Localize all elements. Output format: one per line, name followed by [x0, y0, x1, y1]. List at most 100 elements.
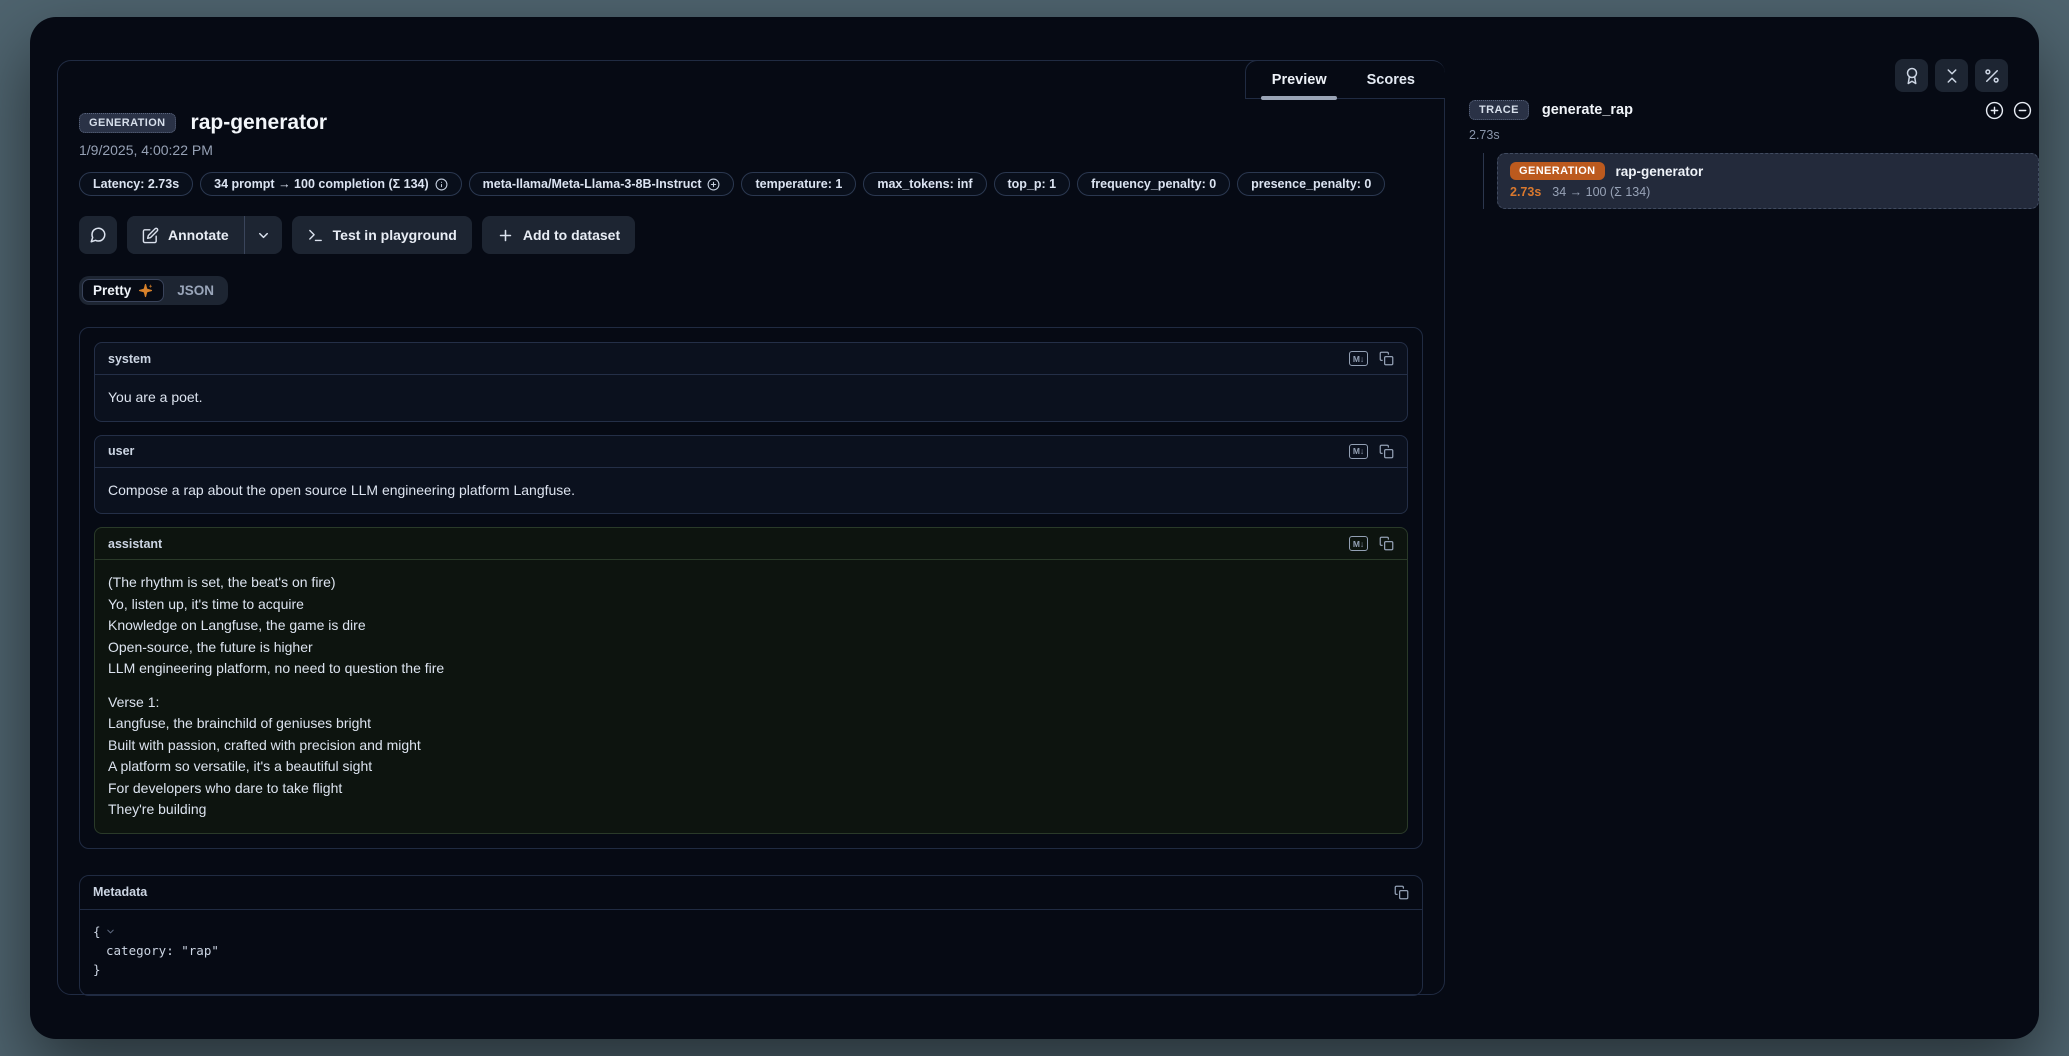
metrics-toggle-button[interactable]	[1975, 59, 2008, 92]
annotate-dropdown-button[interactable]	[244, 216, 282, 254]
dataset-label: Add to dataset	[523, 227, 620, 243]
annotate-label: Annotate	[168, 227, 229, 243]
metadata-line: category: "rap"	[93, 941, 1409, 960]
pill-label: max_tokens: inf	[877, 177, 972, 191]
metadata-card: Metadata {category: "rap"}	[79, 875, 1423, 996]
message-line: Knowledge on Langfuse, the game is dire	[108, 615, 1394, 637]
pill-label: meta-llama/Meta-Llama-3-8B-Instruct	[483, 177, 702, 191]
message-role-label: user	[108, 444, 134, 458]
metadata-title: Metadata	[93, 885, 147, 899]
toggle-json[interactable]: JSON	[166, 279, 225, 302]
parameter-pill[interactable]: presence_penalty: 0	[1237, 172, 1385, 196]
copy-icon[interactable]	[1379, 351, 1394, 366]
metadata-line: }	[93, 960, 1409, 979]
node-name: rap-generator	[1616, 164, 1704, 179]
message-role-label: assistant	[108, 537, 162, 551]
message-line: They're building	[108, 799, 1394, 821]
timestamp: 1/9/2025, 4:00:22 PM	[79, 142, 1423, 158]
parameter-pill[interactable]: max_tokens: inf	[863, 172, 986, 196]
sparkles-icon	[138, 283, 153, 298]
message-header: system M↓	[95, 343, 1407, 375]
collapse-panel-button[interactable]	[1935, 59, 1968, 92]
message-line: Verse 1:	[108, 692, 1394, 714]
tab-preview-label: Preview	[1272, 72, 1327, 88]
message-block-user: user M↓ Compose a rap about the open sourc…	[94, 435, 1408, 515]
message-content: (The rhythm is set, the beat's on fire)Y…	[95, 560, 1407, 833]
terminal-icon	[307, 227, 324, 244]
message-role-label: system	[108, 352, 151, 366]
pretty-label: Pretty	[93, 283, 131, 298]
panel-content: GENERATION rap-generator 1/9/2025, 4:00:…	[58, 61, 1444, 994]
observation-tree: GENERATION rap-generator 2.73s 34 → 100 …	[1469, 153, 2039, 209]
parameter-pill[interactable]: frequency_penalty: 0	[1077, 172, 1230, 196]
parameter-pill[interactable]: top_p: 1	[994, 172, 1071, 196]
markdown-toggle-icon[interactable]: M↓	[1349, 351, 1368, 366]
expand-all-icon[interactable]	[1985, 101, 2004, 120]
annotation-queue-button[interactable]	[1895, 59, 1928, 92]
json-label: JSON	[177, 283, 214, 298]
node-token-usage: 34 → 100 (Σ 134)	[1552, 185, 1650, 199]
parameter-pill[interactable]: Latency: 2.73s	[79, 172, 193, 196]
fold-vertical-icon	[1943, 67, 1961, 85]
observation-detail-panel: Preview Scores GENERATION rap-generator …	[57, 60, 1445, 995]
info-icon	[435, 178, 448, 191]
panel-control-buttons	[1895, 59, 2008, 92]
tab-scores-label: Scores	[1367, 72, 1415, 88]
pretty-json-toggle: Pretty JSON	[79, 276, 228, 305]
app-window: Preview Scores GENERATION rap-generator …	[30, 17, 2039, 1039]
trace-type-badge: TRACE	[1469, 100, 1529, 120]
parameter-pill[interactable]: meta-llama/Meta-Llama-3-8B-Instruct	[469, 172, 735, 196]
copy-icon[interactable]	[1394, 885, 1409, 900]
tab-preview[interactable]: Preview	[1272, 72, 1327, 88]
message-block-system: system M↓ You are a poet.	[94, 342, 1408, 422]
message-header: user M↓	[95, 436, 1407, 468]
tree-node-generation[interactable]: GENERATION rap-generator 2.73s 34 → 100 …	[1497, 153, 2039, 209]
message-content: You are a poet.	[95, 375, 1407, 421]
message-line: Compose a rap about the open source LLM …	[108, 480, 1394, 502]
pill-label: presence_penalty: 0	[1251, 177, 1371, 191]
message-line: Built with passion, crafted with precisi…	[108, 735, 1394, 757]
observation-type-badge: GENERATION	[79, 113, 176, 133]
edit-pen-icon	[142, 227, 159, 244]
parameter-pill[interactable]: 34 prompt → 100 completion (Σ 134)	[200, 172, 462, 196]
pill-label: Latency: 2.73s	[93, 177, 179, 191]
trace-tree-panel: TRACE generate_rap 2.73s GENERATION rap-…	[1469, 100, 2039, 209]
collapse-chevron-icon[interactable]	[105, 926, 116, 937]
annotate-split-button: Annotate	[127, 216, 282, 254]
metadata-content: {category: "rap"}	[80, 910, 1422, 995]
pill-label: temperature: 1	[755, 177, 842, 191]
add-to-dataset-button[interactable]: Add to dataset	[482, 216, 635, 254]
copy-icon[interactable]	[1379, 536, 1394, 551]
message-block-assistant: assistant M↓ (The rhythm is set, the beat'…	[94, 527, 1408, 834]
test-in-playground-button[interactable]: Test in playground	[292, 216, 472, 254]
plus-circle-icon	[707, 178, 720, 191]
comment-bubble-icon	[89, 226, 107, 244]
active-tab-indicator	[1261, 96, 1337, 100]
plus-icon	[497, 227, 514, 244]
markdown-toggle-icon[interactable]: M↓	[1349, 444, 1368, 459]
metadata-line: {	[93, 922, 1409, 941]
award-icon	[1903, 67, 1921, 85]
annotate-button[interactable]: Annotate	[127, 216, 244, 254]
tab-scores[interactable]: Scores	[1367, 72, 1415, 88]
message-line: Langfuse, the brainchild of geniuses bri…	[108, 713, 1394, 735]
message-line: You are a poet.	[108, 387, 1394, 409]
copy-icon[interactable]	[1379, 444, 1394, 459]
trace-duration: 2.73s	[1469, 128, 2039, 142]
parameter-pills: Latency: 2.73s 34 prompt → 100 completion…	[79, 172, 1423, 196]
message-line: Yo, listen up, it's time to acquire	[108, 594, 1394, 616]
pill-label: top_p: 1	[1008, 177, 1057, 191]
toggle-pretty[interactable]: Pretty	[82, 279, 164, 302]
comment-button[interactable]	[79, 216, 117, 254]
markdown-toggle-icon[interactable]: M↓	[1349, 536, 1368, 551]
trace-row[interactable]: TRACE generate_rap	[1469, 100, 2039, 120]
title-row: GENERATION rap-generator	[79, 111, 1423, 135]
message-line: A platform so versatile, it's a beautifu…	[108, 756, 1394, 778]
message-line: LLM engineering platform, no need to que…	[108, 658, 1394, 680]
message-line: Open-source, the future is higher	[108, 637, 1394, 659]
collapse-all-icon[interactable]	[2013, 101, 2032, 120]
page-title: rap-generator	[191, 111, 328, 135]
message-content: Compose a rap about the open source LLM …	[95, 468, 1407, 514]
message-line: (The rhythm is set, the beat's on fire)	[108, 572, 1394, 594]
parameter-pill[interactable]: temperature: 1	[741, 172, 856, 196]
